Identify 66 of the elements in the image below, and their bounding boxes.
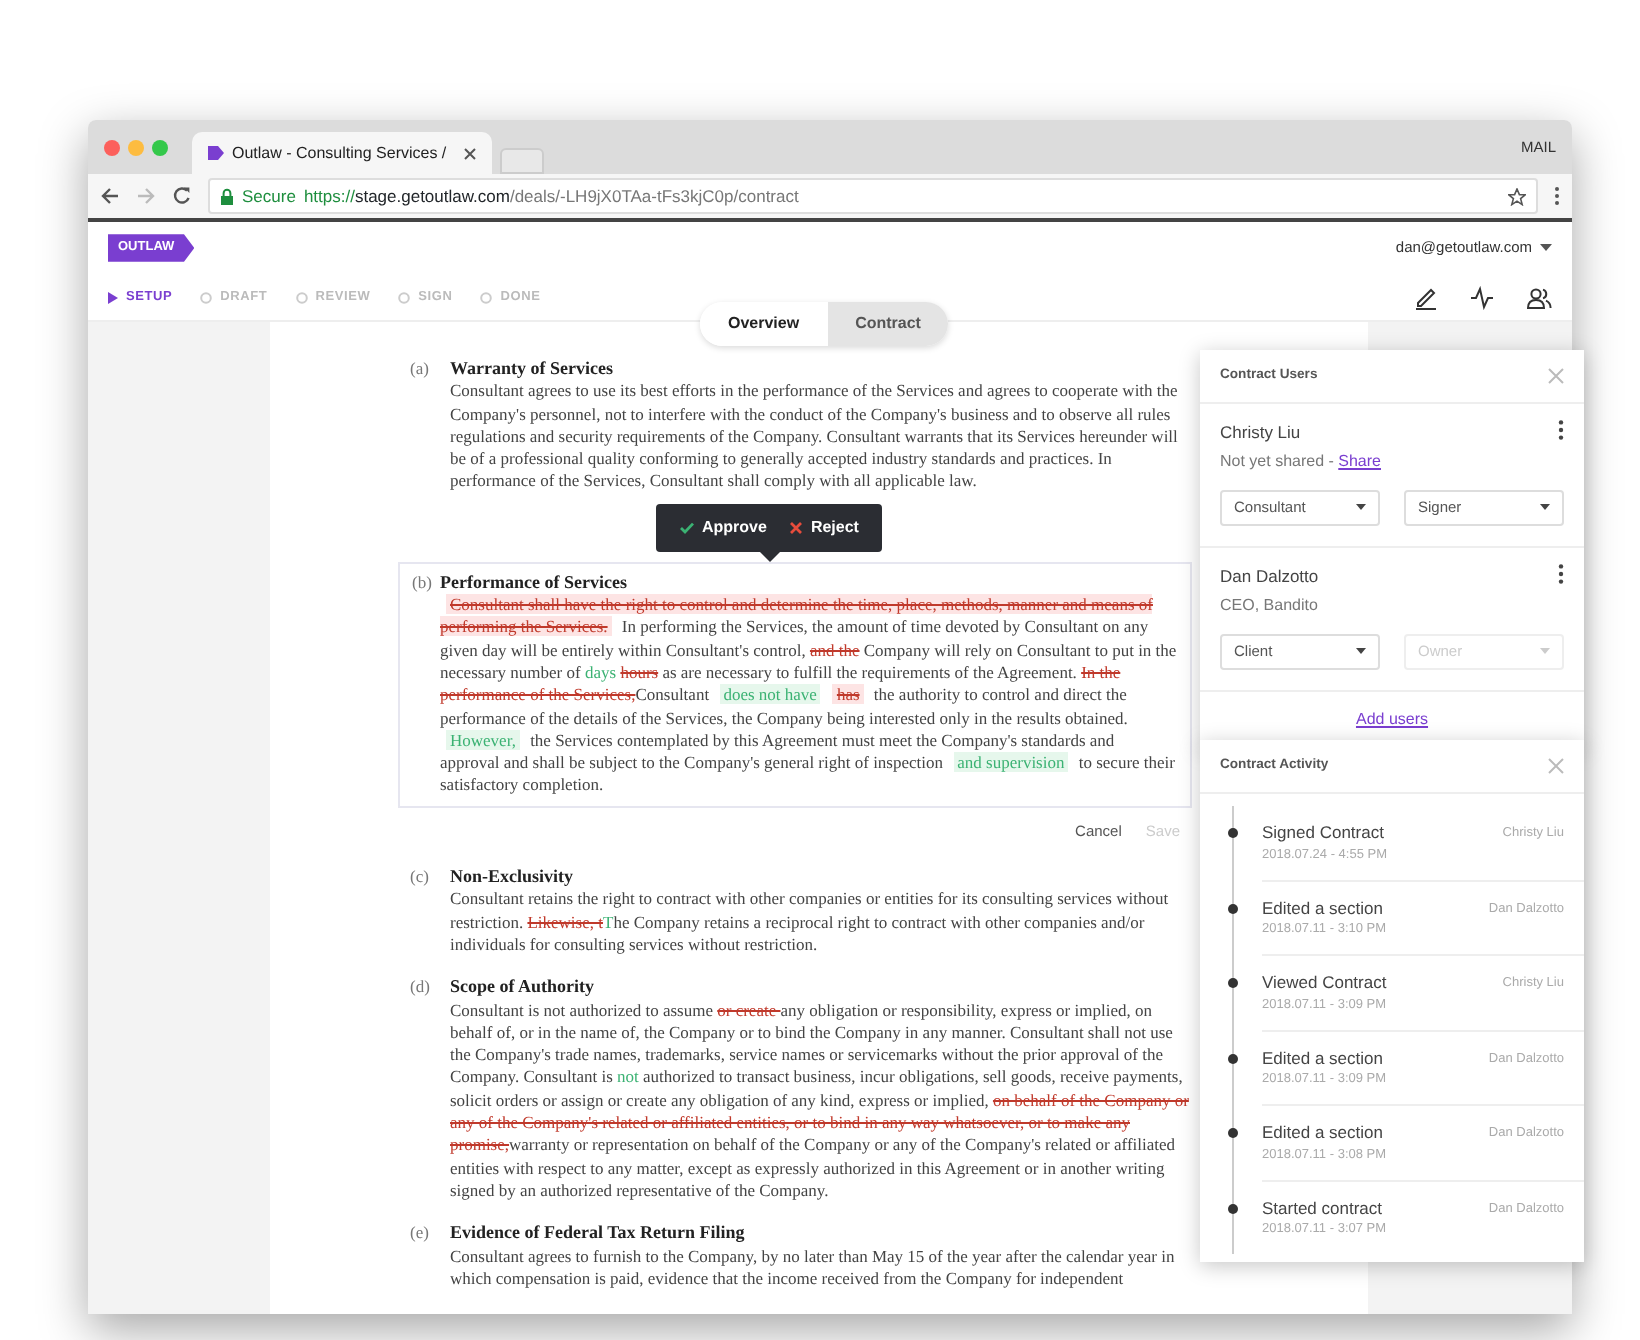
users-icon[interactable] [1526,285,1552,309]
clause-title: Evidence of Federal Tax Return Filing [450,1222,747,1245]
timeline-dot [1228,1128,1238,1139]
play-icon [108,291,118,303]
tab-title: Outlaw - Consulting Services / [232,141,449,165]
circle-icon [480,291,493,303]
activity-action: Edited a section [1262,1045,1385,1071]
menu-icon[interactable] [1554,186,1560,206]
circle-icon [295,291,308,303]
security-label: Secure [242,183,296,209]
check-icon [680,521,694,534]
caret-icon [1540,648,1550,655]
activity-icon[interactable] [1470,285,1494,309]
lock-icon [220,187,234,205]
share-link[interactable]: Share [1338,449,1381,474]
timeline-dot [1228,1053,1238,1064]
clause-title: Warranty of Services [450,358,615,381]
back-icon[interactable] [100,186,120,206]
clause-text: Consultant retains the right to contract with other companies or entities for its consulting services without restriction. Likewise, tThe Company retains a reciprocal right to contract with other companies and/or individuals for consulting services without restriction. [450,888,1171,957]
caret-icon [1540,244,1552,252]
user-status: Not yet shared - Share [1220,449,1383,474]
address-bar[interactable]: Secure https://stage.getoutlaw.com/deals/-LH9jX0TAa-tFs3kjC0p/contract [208,178,1538,214]
caret-icon [1540,504,1550,511]
activity-action: Viewed Contract [1262,970,1387,996]
clause-text: Consultant shall have the right to control and determine the time, place, methods, manner and means of performing the Services. In performing the Services, the amount of time devoted by Consultant on any given day will be entirely within Consultant's control, and the Company will rely on Consultant to put in the necessary number of days hours as are necessary to fulfill the requirements of the Agreement. In the performance of the Services,Consultant does not have has the authority to control and direct the performance of the details of the Services, the Company being interested only in the results obtained. However, the Services contemplated by this Agreement must meet the Company's standards and approval and shall be subject to the Company's general right of inspection and supervision to secure their satisfactory completion. [440,594,1178,798]
clause-title: Performance of Services [440,571,629,595]
clause-label: (b) [410,571,434,596]
timeline-dot [1228,978,1238,989]
star-icon[interactable] [1508,187,1526,205]
timeline-dot [1228,1203,1238,1214]
circle-icon [398,291,411,303]
clause-title: Scope of Authority [450,976,596,1000]
clause-text: Consultant is not authorized to assume or create any obligation or responsibility, express or implied, on behalf of, or in the name of, the Company or to bind the Company in any manner. Consultant shall not use the Company's trade names, trademarks, service names or servicemarks without the prior approval of the Company. Consultant is not authorized to transact business, incur obligations, sell goods, receive payments, solicit orders or assign or create any obligation of any kind, express or implied, on behalf of the Company or any of the Company's related or affiliated entities, or to bind in any way whatsoever, or to make any promise,warranty or representation on behalf of the Company or any of the Company's related or affiliated entities with respect to any matter, except as expressly authorized in this Agreement or in another writing signed by an authorized representative of the Company. [450,999,1191,1203]
more-icon[interactable] [1558,563,1564,584]
user-name: Dan Dalzotto [1220,563,1321,590]
clause-label: (d) [410,976,432,1001]
caret-icon [1356,648,1366,655]
approve-button[interactable]: Approve [668,516,779,539]
activity-action: Edited a section [1262,895,1385,921]
activity-action: Started contract [1262,1195,1385,1221]
add-users-link[interactable]: Add users [1355,707,1429,732]
view-tab[interactable]: Contract [827,302,949,346]
clause-label: (e) [410,1222,431,1247]
pencil-icon[interactable] [1414,285,1438,309]
clause-text: Consultant agrees to use its best efforts in the performance of the Services and agrees to cooperate with the Company's personnel, not to interfere with the conduct of the Company's business and to observe all rules regulations and security requirements of the Company. Consultant warrants that its Services hereunder will be of a professional quality conforming to generally accepted industry standards and practices. In performance of the Services, Consultant shall comply with all applicable law. [450,380,1180,494]
tag-icon [208,146,224,160]
caret-icon [1356,504,1366,511]
x-icon [790,521,803,534]
activity-action: Edited a section [1262,1120,1385,1146]
clause-text: Consultant agrees to furnish to the Company, by no later than May 15 of the year after the calendar year in which compensation is paid, evidence that the income received from the Company for independent [450,1245,1177,1291]
clause-label: (a) [410,358,431,382]
activity-action: Signed Contract [1262,820,1386,846]
user-status: CEO, Bandito [1220,593,1320,618]
user-name: Christy Liu [1220,420,1303,446]
reject-button[interactable]: Reject [778,516,871,539]
close-icon[interactable] [464,147,476,159]
clause-label: (c) [410,866,431,891]
browser-tab[interactable]: Outlaw - Consulting Services / [192,132,492,174]
reload-icon[interactable] [172,186,192,206]
clause-title: Non-Exclusivity [450,866,576,889]
timeline-dot [1228,903,1238,914]
more-icon[interactable] [1558,420,1564,441]
circle-icon [200,291,213,303]
timeline-dot [1228,828,1238,839]
url-text: https://stage.getoutlaw.com/deals/-LH9jX0TAa-tFs3kjC0p/contract [303,183,799,209]
view-tab[interactable]: Overview [700,302,828,346]
